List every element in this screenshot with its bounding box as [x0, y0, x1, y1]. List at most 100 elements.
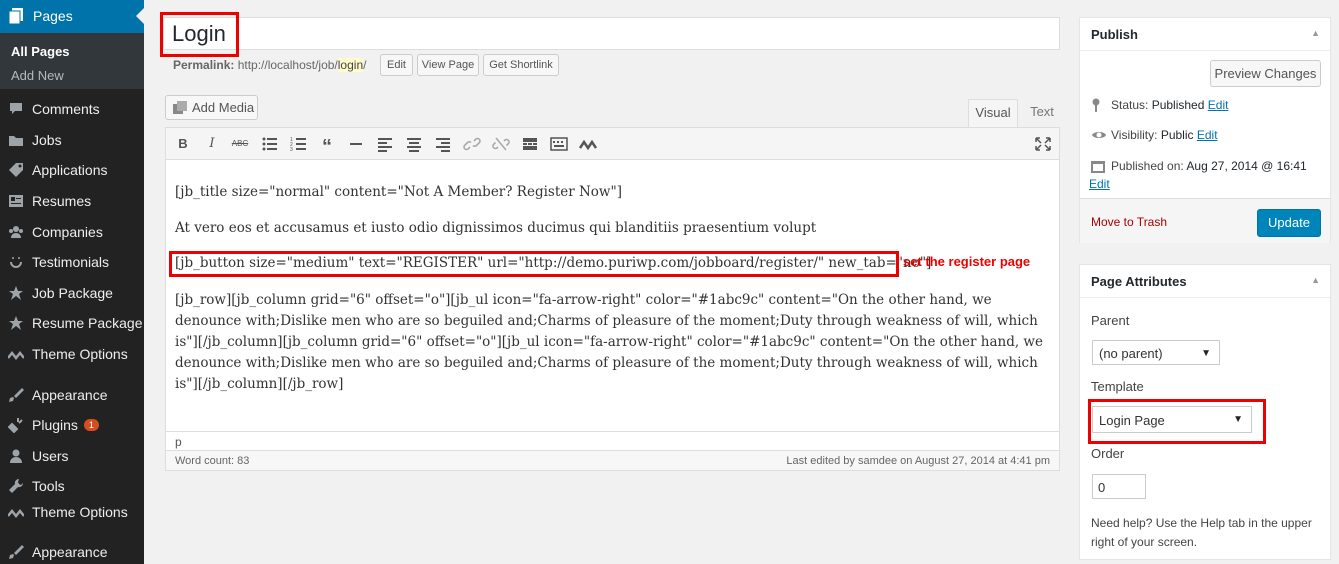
tab-text[interactable]: Text	[1024, 99, 1060, 128]
svg-text:3: 3	[290, 147, 293, 152]
menu-theme-options[interactable]: Theme Options	[0, 339, 144, 369]
toolbar-toggle-icon[interactable]	[550, 136, 568, 152]
align-right-icon[interactable]	[434, 136, 452, 152]
word-count: Word count: 83	[175, 455, 250, 467]
status-bar: Word count: 83 Last edited by samdee on …	[165, 451, 1060, 471]
title-input[interactable]	[163, 17, 1060, 50]
template-highlight-box	[1088, 399, 1266, 444]
view-page-button[interactable]: View Page	[417, 54, 479, 76]
menu-plugins-text: Plugins	[32, 417, 78, 433]
tab-visual[interactable]: Visual	[968, 99, 1018, 128]
menu-comments[interactable]: Comments	[0, 94, 144, 124]
update-button[interactable]: Update	[1257, 209, 1321, 237]
path-text: p	[175, 435, 182, 449]
menu-users-label: Users	[32, 448, 69, 464]
published-edit-link[interactable]: Edit	[1089, 177, 1110, 191]
menu-resumes-label: Resumes	[32, 193, 92, 209]
add-media-label: Add Media	[192, 100, 255, 115]
status-edit-link[interactable]: Edit	[1208, 98, 1229, 112]
permalink-end: /	[363, 58, 367, 72]
blockquote-icon[interactable]: “	[318, 136, 336, 158]
update-count-badge: 1	[83, 419, 99, 431]
page-attributes-header[interactable]: Page Attributes ▲	[1080, 265, 1330, 298]
menu-resume-package-label: Resume Package	[32, 315, 143, 331]
plug-icon	[8, 418, 23, 433]
parent-label: Parent	[1091, 313, 1130, 328]
help-text: Need help? Use the Help tab in the upper…	[1091, 516, 1312, 549]
fullscreen-icon[interactable]	[1034, 136, 1052, 152]
waves-icon	[8, 508, 24, 519]
editor-content[interactable]: [jb_title size="normal" content="Not A M…	[165, 160, 1060, 431]
submenu-all-pages[interactable]: All Pages	[11, 44, 70, 59]
menu-pages-label: Pages	[33, 8, 73, 24]
parent-select[interactable]: (no parent) ▼	[1092, 340, 1220, 365]
align-left-icon[interactable]	[376, 136, 394, 152]
resume-icon	[9, 195, 23, 207]
brush-icon	[9, 388, 24, 402]
bullet-list-icon[interactable]	[261, 136, 279, 152]
horizontal-line-icon[interactable]	[347, 136, 365, 152]
bold-icon[interactable]: B	[174, 136, 192, 152]
menu-theme-options-2[interactable]: Theme Options	[0, 497, 144, 527]
align-center-icon[interactable]	[405, 136, 423, 152]
content-para-1: [jb_title size="normal" content="Not A M…	[175, 184, 622, 200]
menu-applications[interactable]: Applications	[0, 155, 144, 185]
tag-icon	[9, 163, 23, 177]
annotation-note: set the register page	[903, 254, 1031, 269]
submenu-add-new[interactable]: Add New	[11, 68, 64, 83]
edit-permalink-button[interactable]: Edit	[380, 54, 413, 76]
collapse-icon[interactable]: ▲	[1311, 28, 1320, 38]
menu-jobs[interactable]: Jobs	[0, 125, 144, 155]
menu-testimonials[interactable]: Testimonials	[0, 247, 144, 277]
move-to-trash-link[interactable]: Move to Trash	[1091, 215, 1167, 229]
menu-appearance-label: Appearance	[32, 387, 108, 403]
permalink-slug[interactable]: login	[337, 58, 364, 72]
smile-icon	[10, 257, 22, 268]
preview-changes-button[interactable]: Preview Changes	[1210, 60, 1321, 87]
collapse-icon[interactable]: ▲	[1311, 275, 1320, 285]
shortcode-highlight-box	[169, 251, 899, 277]
publish-box: Publish ▲ Preview Changes Status: Publis…	[1079, 17, 1331, 243]
calendar-icon	[1091, 161, 1105, 173]
read-more-icon[interactable]	[521, 136, 539, 152]
media-icon	[173, 101, 187, 114]
numbered-list-icon[interactable]: 123	[290, 136, 308, 152]
pin-icon	[1092, 98, 1100, 112]
menu-resumes[interactable]: Resumes	[0, 186, 144, 216]
menu-appearance-2[interactable]: Appearance	[0, 537, 144, 564]
link-icon[interactable]	[463, 136, 481, 152]
menu-job-package[interactable]: Job Package	[0, 278, 144, 308]
editor-toolbar: B I ABC 123 “	[165, 127, 1060, 160]
current-arrow	[136, 8, 144, 24]
permalink-base: http://localhost/job/	[237, 58, 338, 72]
star-icon	[9, 286, 23, 300]
menu-plugins[interactable]: Plugins 1	[0, 410, 144, 440]
unlink-icon[interactable]	[492, 136, 510, 152]
published-value: Aug 27, 2014 @ 16:41	[1186, 159, 1307, 173]
waves-icon[interactable]	[579, 136, 597, 152]
eye-icon	[1092, 132, 1106, 138]
menu-appearance[interactable]: Appearance	[0, 380, 144, 410]
last-edited: Last edited by samdee on August 27, 2014…	[786, 455, 1050, 467]
visibility-edit-link[interactable]: Edit	[1197, 128, 1218, 142]
italic-icon[interactable]: I	[203, 136, 221, 152]
menu-pages[interactable]: Pages	[0, 0, 144, 33]
permalink: Permalink: http://localhost/job/login/	[173, 58, 366, 72]
menu-companies-label: Companies	[32, 224, 103, 240]
menu-tools-label: Tools	[32, 478, 65, 494]
menu-resume-package[interactable]: Resume Package	[0, 308, 144, 338]
strikethrough-icon[interactable]: ABC	[231, 136, 249, 152]
menu-appearance-2-label: Appearance	[32, 544, 108, 560]
order-input[interactable]: 0	[1092, 474, 1146, 499]
admin-sidebar: Pages All Pages Add New Comments Jobs Ap…	[0, 0, 144, 564]
parent-value: (no parent)	[1099, 346, 1163, 361]
menu-users[interactable]: Users	[0, 441, 144, 471]
add-media-button[interactable]: Add Media	[165, 95, 258, 120]
publish-actions: Move to Trash Update	[1080, 198, 1330, 243]
publish-header[interactable]: Publish ▲	[1080, 18, 1330, 51]
folder-icon	[9, 136, 23, 146]
get-shortlink-button[interactable]: Get Shortlink	[483, 54, 559, 76]
menu-companies[interactable]: Companies	[0, 217, 144, 247]
wrench-icon	[9, 478, 24, 493]
menu-plugins-label: Plugins 1	[32, 417, 99, 433]
